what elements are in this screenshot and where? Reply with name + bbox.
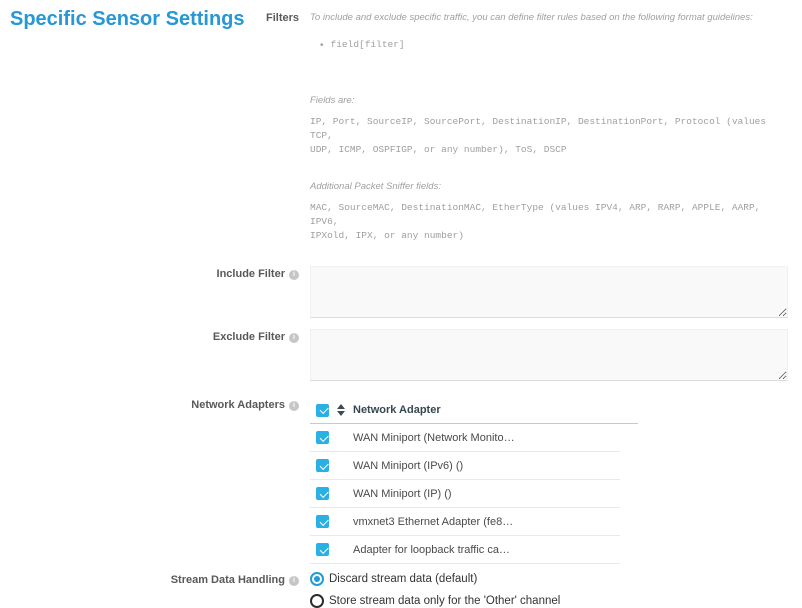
table-row: WAN Miniport (Network Monito… [310,424,620,452]
network-adapters-row: Network Adapters i Network Adapter WAN Mi… [0,397,802,564]
radio-option-discard[interactable]: Discard stream data (default) [310,572,791,586]
filters-intro-text: To include and exclude specific traffic,… [310,10,791,23]
fields-list: IP, Port, SourceIP, SourcePort, Destinat… [310,115,791,157]
radio-option-label: Discard stream data (default) [329,573,477,585]
radio-button[interactable] [310,594,324,608]
include-filter-row: Include Filter i [0,266,802,318]
include-filter-label-text: Include Filter [217,268,285,280]
additional-fields-label: Additional Packet Sniffer fields: [310,181,791,192]
exclude-filter-row: Exclude Filter i [0,329,802,381]
info-icon[interactable]: i [289,270,299,280]
network-adapter-table: Network Adapter WAN Miniport (Network Mo… [310,397,638,564]
include-filter-label: Include Filter i [0,266,310,280]
filters-format-pattern: field[filter] [331,38,405,52]
bullet-icon: • [320,40,324,51]
radio-button[interactable] [310,572,324,586]
exclude-filter-input[interactable] [310,329,788,381]
table-row: WAN Miniport (IP) () [310,480,620,508]
exclude-filter-label-text: Exclude Filter [213,331,285,343]
additional-fields-list: MAC, SourceMAC, DestinationMAC, EtherTyp… [310,201,791,243]
info-icon[interactable]: i [289,333,299,343]
exclude-filter-label: Exclude Filter i [0,329,310,343]
adapter-checkbox[interactable] [316,431,329,444]
adapter-name: WAN Miniport (IP) () [353,488,452,500]
table-row: WAN Miniport (IPv6) () [310,452,620,480]
radio-option-store-other[interactable]: Store stream data only for the 'Other' c… [310,594,791,608]
table-row: Adapter for loopback traffic ca… [310,536,620,564]
filters-guidance: To include and exclude specific traffic,… [310,10,791,243]
info-icon[interactable]: i [289,401,299,411]
sort-desc-arrow [337,411,345,416]
stream-data-handling-label-text: Stream Data Handling [171,574,285,586]
adapter-name: WAN Miniport (Network Monito… [353,432,515,444]
adapter-checkbox[interactable] [316,543,329,556]
adapter-column-header[interactable]: Network Adapter [353,404,441,416]
sensor-settings-form: Filters To include and exclude specific … [0,0,802,608]
adapter-checkbox[interactable] [316,515,329,528]
stream-data-handling-label: Stream Data Handling i [0,572,310,586]
network-adapters-label-text: Network Adapters [191,399,285,411]
filters-row: Filters To include and exclude specific … [0,0,802,243]
filters-label: Filters [0,10,310,24]
stream-data-handling-row: Stream Data Handling i Discard stream dat… [0,572,802,608]
filters-format-bullet: • field[filter] [320,38,791,52]
include-filter-input[interactable] [310,266,788,318]
info-icon[interactable]: i [289,576,299,586]
adapter-name: Adapter for loopback traffic ca… [353,544,510,556]
adapter-table-header: Network Adapter [310,397,638,424]
table-row: vmxnet3 Ethernet Adapter (fe8… [310,508,620,536]
sort-asc-arrow [337,404,345,409]
network-adapters-label: Network Adapters i [0,397,310,411]
fields-are-label: Fields are: [310,95,791,106]
adapter-name: vmxnet3 Ethernet Adapter (fe8… [353,516,513,528]
filters-label-text: Filters [266,12,299,24]
adapter-checkbox[interactable] [316,459,329,472]
radio-option-label: Store stream data only for the 'Other' c… [329,595,560,607]
adapter-name: WAN Miniport (IPv6) () [353,460,463,472]
select-all-checkbox[interactable] [316,404,329,417]
adapter-checkbox[interactable] [316,487,329,500]
sort-icon[interactable] [337,404,345,416]
